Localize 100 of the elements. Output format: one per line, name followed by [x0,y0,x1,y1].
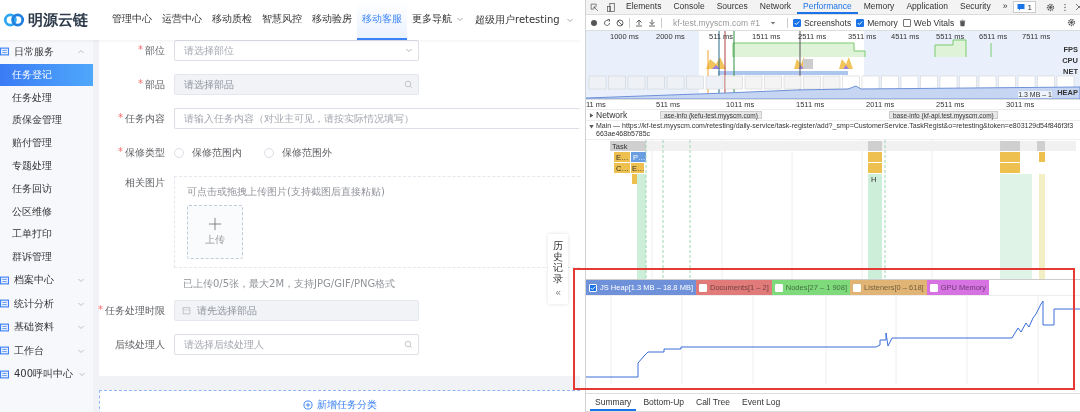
close-icon [1074,3,1080,11]
sidebar-item[interactable]: 专题处理 [0,154,93,178]
search-icon [404,80,413,89]
menu-group-icon [0,47,9,57]
sidebar-item[interactable]: 任务回访 [0,177,93,201]
upload-hint: 可点击或拖拽上传图片(支持截图后直接粘贴) [187,185,386,199]
panel-tab[interactable]: Event Log [737,394,786,411]
message-badge[interactable]: 1 [1013,1,1036,13]
triangle-right-icon [589,112,594,118]
nav-tab[interactable]: 更多导航 [407,0,469,40]
menu-group-icon [0,346,9,356]
required-mark: * [118,145,123,159]
nav-tab[interactable]: 管理中心 [107,0,157,40]
settings-icon [1067,18,1076,27]
chevron-down-icon [77,276,85,285]
devtools-tab[interactable]: Network [753,0,797,14]
devtools-tab[interactable]: Memory [857,0,901,14]
field-label: 任务内容 [125,111,165,126]
menu-group-icon [0,299,9,309]
plus-circle-icon [303,400,313,410]
sidebar-item[interactable]: 质保金管理 [0,109,93,132]
sidebar-item[interactable]: 群诉管理 [0,245,93,269]
sidebar-group[interactable]: 400呼叫中心 [0,362,93,387]
input-field[interactable]: 请输入任务内容（对业主可见，请按实际情况填写） [174,108,580,129]
search-icon [404,340,413,349]
triangle-down-icon [589,124,594,129]
plus-icon [208,217,222,231]
sidebar-item[interactable]: 任务处理 [0,86,93,110]
more-icon [1062,2,1067,12]
check-icon [857,19,864,26]
sidebar-item[interactable]: 工单打印 [0,223,93,246]
devtools-tab[interactable]: Console [667,0,711,14]
panel-tab[interactable]: Call Tree [691,394,735,411]
required-mark: * [118,111,123,125]
checkbox-label: Memory [867,17,898,28]
logo-text: 明源云链 [28,10,88,30]
calendar-icon [182,306,191,315]
checkbox-label: Web Vitals [913,17,955,28]
devtools-tab[interactable]: Elements [620,0,668,14]
chevron-down-icon [78,370,87,379]
sidebar-group[interactable]: 工作台 [0,339,93,363]
check-icon [793,19,800,26]
user-menu[interactable]: 超级用户retesting [469,12,580,28]
dropdown-triangle-icon [769,19,776,26]
upload-icon [635,18,643,27]
checkbox[interactable] [792,18,801,27]
menu-group-icon [0,369,9,379]
sidebar-group[interactable]: 日常服务 [0,40,93,64]
search-field[interactable]: 请选择后续处理人 [174,334,419,355]
nav-tab[interactable]: 智慧风控 [257,0,307,40]
record-icon [590,18,598,27]
chevron-down-icon [565,16,574,24]
clear-icon [616,18,624,27]
track-label: Network [596,110,628,120]
chevron-down-icon [405,46,413,54]
checkbox[interactable] [902,18,911,27]
devtools-tab[interactable]: Security [953,0,997,14]
sidebar-group[interactable]: 档案中心 [0,268,93,293]
settings-icon [1045,2,1055,12]
devtools-tab[interactable]: Performance [797,0,858,14]
trash-icon [959,18,967,27]
field-label: 部品 [145,77,165,92]
check-icon [590,284,596,291]
field-label: 任务处理时限 [105,303,165,318]
download-icon [648,18,656,27]
reload-icon [603,18,611,27]
required-mark: * [138,77,143,91]
message-count: 1 [1027,2,1032,12]
message-icon [1017,3,1026,11]
menu-group-icon [0,322,9,332]
nav-tab[interactable]: 移动质检 [207,0,257,40]
nav-tab[interactable]: 移动客服 [357,0,407,40]
panel-tab[interactable]: Bottom-Up [638,394,689,411]
sidebar-group[interactable]: 基础资料 [0,315,93,340]
radio-option[interactable]: 保修范围内 [174,145,242,160]
field-label: 相关图片 [125,176,165,190]
more-tabs-button[interactable]: » [996,0,1014,14]
sidebar-item[interactable]: 公区维修 [0,200,93,224]
upload-note: 已上传0/5张，最大2M，支持JPG/GIF/PNG格式 [183,277,396,291]
logo-icon [3,12,25,28]
device-icon [607,2,616,12]
required-mark: * [138,43,143,57]
add-category-button[interactable]: 新增任务分类 [99,390,580,412]
select-field[interactable]: 请选择部位 [174,40,419,61]
radio-option[interactable]: 保修范围外 [264,145,332,160]
inspect-icon [590,2,599,12]
menu-group-icon [0,275,9,285]
required-mark: * [98,303,103,317]
nav-tab[interactable]: 运营中心 [157,0,207,40]
field-label: 后续处理人 [115,337,165,352]
nav-tab[interactable]: 移动验房 [307,0,357,40]
devtools-tab[interactable]: Sources [710,0,754,14]
sidebar-item[interactable]: 赔付管理 [0,131,93,155]
panel-tab[interactable]: Summary [590,394,637,411]
history-tab[interactable]: 历史记录 « [548,234,568,304]
chevron-down-icon [456,15,464,23]
devtools-tab[interactable]: Application [900,0,954,14]
chevron-up-icon [77,47,85,56]
sidebar-group[interactable]: 统计分析 [0,292,93,316]
checkbox[interactable] [856,18,865,27]
